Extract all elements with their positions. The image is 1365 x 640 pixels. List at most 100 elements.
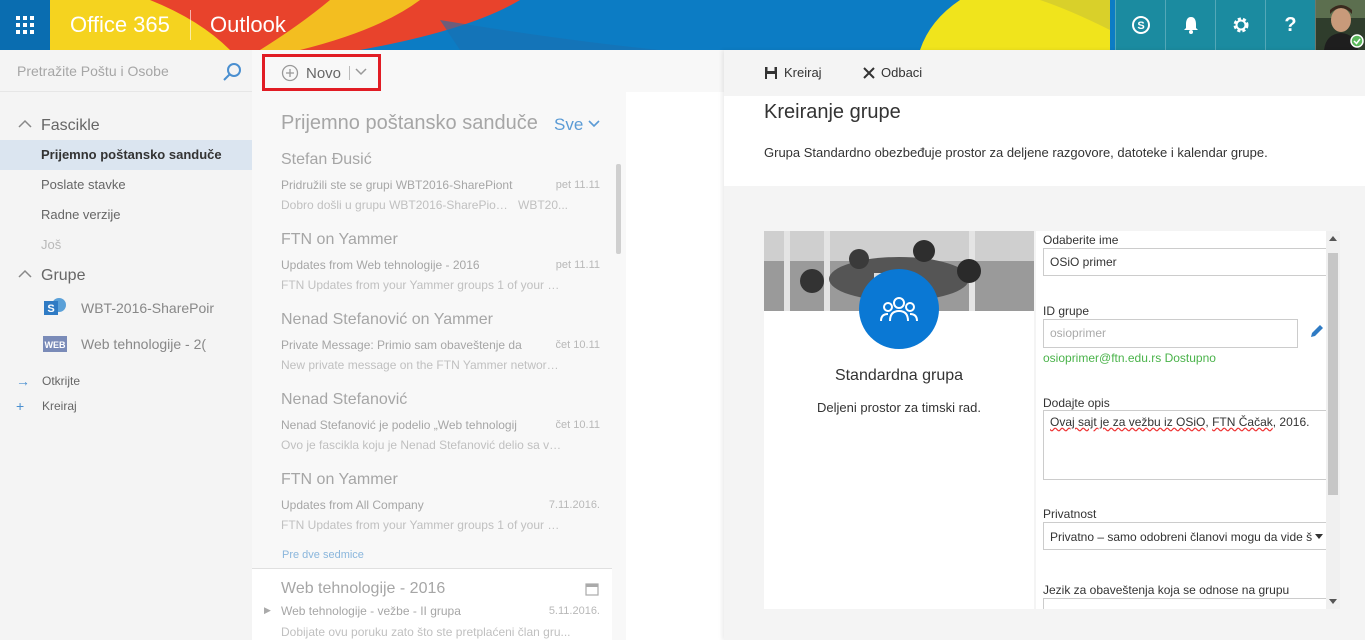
- message-list-scrollbar[interactable]: [616, 164, 621, 254]
- group-item-sharepoint[interactable]: S WBT-2016-SharePoir: [0, 292, 252, 324]
- action-label: Otkrijte: [42, 374, 81, 388]
- scroll-down-arrow[interactable]: [1329, 599, 1337, 604]
- discard-button[interactable]: Odbaci: [863, 65, 922, 80]
- group-type-icon-circle: [859, 269, 939, 349]
- top-bar: Office 365 Outlook S ?: [0, 0, 1365, 50]
- filter-dropdown[interactable]: Sve: [554, 115, 583, 135]
- mail-subject: Pridružili ste se grupi WBT2016-SharePio…: [281, 178, 513, 192]
- chevron-up-icon: [18, 119, 32, 128]
- list-item[interactable]: Nenad Stefanović Nenad Stefanović je pod…: [252, 391, 612, 471]
- expand-thread-icon[interactable]: ▶: [264, 605, 271, 616]
- search-input[interactable]: Pretražite Poštu i Osobe: [17, 63, 169, 79]
- left-navigation: Pretražite Poštu i Osobe Fascikle Prijem…: [0, 50, 252, 640]
- message-list: Prijemno poštansko sanduče Sve Stefan Đu…: [252, 92, 626, 640]
- group-type-card: Standardna grupa Deljeni prostor za tims…: [764, 231, 1034, 609]
- mail-preview: FTN Updates from your Yammer groups 1 of…: [281, 278, 563, 292]
- list-item[interactable]: Web tehnologije - 2016 ▶ Web tehnologije…: [252, 569, 612, 640]
- action-label: Kreiraj: [42, 399, 77, 413]
- chevron-down-icon[interactable]: [355, 67, 367, 77]
- mail-date: pet 11.11: [555, 179, 600, 191]
- folder-sent[interactable]: Poslate stavke: [0, 170, 252, 200]
- date-group-header: Pre dve sedmice: [282, 549, 364, 561]
- group-id-field[interactable]: osioprimer: [1043, 319, 1298, 348]
- description-text-part: , 2016.: [1272, 415, 1310, 429]
- group-type-description: Deljeni prostor za timski rad.: [817, 400, 981, 415]
- discover-groups-link[interactable]: → Otkrijte: [0, 370, 252, 392]
- mail-subject: Updates from Web tehnologije - 2016: [281, 258, 480, 272]
- list-item[interactable]: FTN on Yammer Updates from All Company 7…: [252, 471, 612, 551]
- group-label: WBT-2016-SharePoir: [81, 300, 215, 316]
- folder-label: Poslate stavke: [41, 177, 126, 192]
- panel-header: Kreiranje grupe Grupa Standardno obezbeđ…: [724, 96, 1365, 186]
- mail-sender: Nenad Stefanović on Yammer: [281, 311, 493, 328]
- form-scrollbar[interactable]: [1326, 231, 1340, 609]
- save-icon: [765, 66, 777, 79]
- folders-header[interactable]: Fascikle: [0, 113, 252, 139]
- mail-preview: Dobro došli u grupu WBT2016-SharePiont.: [281, 198, 509, 212]
- app-name[interactable]: Outlook: [210, 12, 286, 38]
- pencil-icon[interactable]: [1309, 323, 1325, 339]
- folder-more[interactable]: Još: [0, 230, 252, 260]
- app-launcher-button[interactable]: [0, 0, 50, 50]
- description-field[interactable]: Ovaj sajt je za vežbu iz OSiO, FTN Čačak…: [1043, 410, 1326, 480]
- help-icon: ?: [1284, 13, 1297, 36]
- privacy-label: Privatnost: [1043, 507, 1097, 521]
- waffle-icon: [16, 16, 34, 34]
- list-item[interactable]: Stefan Đusić Pridružili ste se grupi WBT…: [252, 151, 612, 231]
- new-button[interactable]: Novo: [262, 54, 381, 91]
- new-button-divider: [349, 66, 350, 80]
- help-button[interactable]: ?: [1265, 0, 1315, 50]
- office-brand[interactable]: Office 365: [70, 12, 170, 38]
- chevron-down-icon[interactable]: [588, 120, 600, 128]
- language-select[interactable]: [1043, 598, 1326, 609]
- new-button-label: Novo: [306, 65, 342, 82]
- privacy-select[interactable]: Privatno – samo odobreni članovi mogu da…: [1043, 522, 1326, 550]
- mail-preview-extra: WBT20...: [518, 198, 569, 212]
- folder-label: Još: [41, 237, 62, 252]
- folder-inbox[interactable]: Prijemno poštansko sanduče: [0, 140, 252, 170]
- mail-preview: New private message on the FTN Yammer ne…: [281, 358, 563, 372]
- mail-preview: Ovo je fascikla koju je Nenad Stefanović…: [281, 438, 563, 452]
- privacy-select-value: Privatno – samo odobreni članovi mogu da…: [1050, 530, 1313, 544]
- plus-icon: +: [16, 398, 25, 414]
- group-type-name: Standardna grupa: [834, 367, 964, 384]
- settings-button[interactable]: [1215, 0, 1265, 50]
- create-group-link[interactable]: + Kreiraj: [0, 395, 252, 417]
- availability-status: Dostupno: [1164, 351, 1216, 365]
- top-icons: S ?: [1115, 0, 1365, 50]
- group-item-web[interactable]: WEB Web tehnologije - 2(: [0, 328, 252, 360]
- mail-subject: Nenad Stefanović je podelio „Web tehnolo…: [281, 418, 517, 432]
- web-icon: WEB: [43, 336, 67, 352]
- mail-date: čet 10.11: [555, 419, 600, 431]
- skype-icon: S: [1131, 16, 1150, 34]
- gear-icon: [1233, 17, 1248, 33]
- svg-text:WEB: WEB: [45, 340, 66, 350]
- skype-button[interactable]: S: [1115, 0, 1165, 50]
- calendar-icon: [585, 583, 599, 596]
- panel-description: Grupa Standardno obezbeđuje prostor za d…: [764, 145, 1268, 160]
- scroll-thumb[interactable]: [1328, 253, 1338, 495]
- notifications-button[interactable]: [1165, 0, 1215, 50]
- folder-drafts[interactable]: Radne verzije: [0, 200, 252, 230]
- group-name-field[interactable]: OSiO primer: [1043, 248, 1326, 276]
- scroll-up-arrow[interactable]: [1329, 236, 1337, 241]
- mail-date: 5.11.2016.: [548, 605, 600, 617]
- mail-sender: Stefan Đusić: [281, 151, 372, 168]
- groups-header[interactable]: Grupe: [0, 263, 252, 289]
- user-avatar[interactable]: [1315, 0, 1365, 50]
- create-button[interactable]: Kreiraj: [764, 65, 822, 80]
- groups-header-label: Grupe: [41, 267, 86, 284]
- add-circle-icon: [281, 64, 299, 82]
- list-item[interactable]: Nenad Stefanović on Yammer Private Messa…: [252, 311, 612, 391]
- group-email: osioprimer@ftn.edu.rs: [1043, 351, 1162, 365]
- group-id-label: ID grupe: [1043, 304, 1090, 318]
- mail-date: čet 10.11: [555, 339, 600, 351]
- search-box[interactable]: Pretražite Poštu i Osobe: [0, 50, 252, 92]
- search-icon[interactable]: [222, 62, 242, 82]
- description-text-part: Ovaj sajt je za vežbu iz OSiO: [1050, 415, 1206, 429]
- mail-preview: FTN Updates from your Yammer groups 1 of…: [281, 518, 563, 532]
- folders-header-label: Fascikle: [41, 117, 100, 134]
- svg-text:S: S: [1137, 20, 1144, 32]
- list-item[interactable]: FTN on Yammer Updates from Web tehnologi…: [252, 231, 612, 311]
- mail-subject: Web tehnologije - vežbe - II grupa: [281, 604, 461, 618]
